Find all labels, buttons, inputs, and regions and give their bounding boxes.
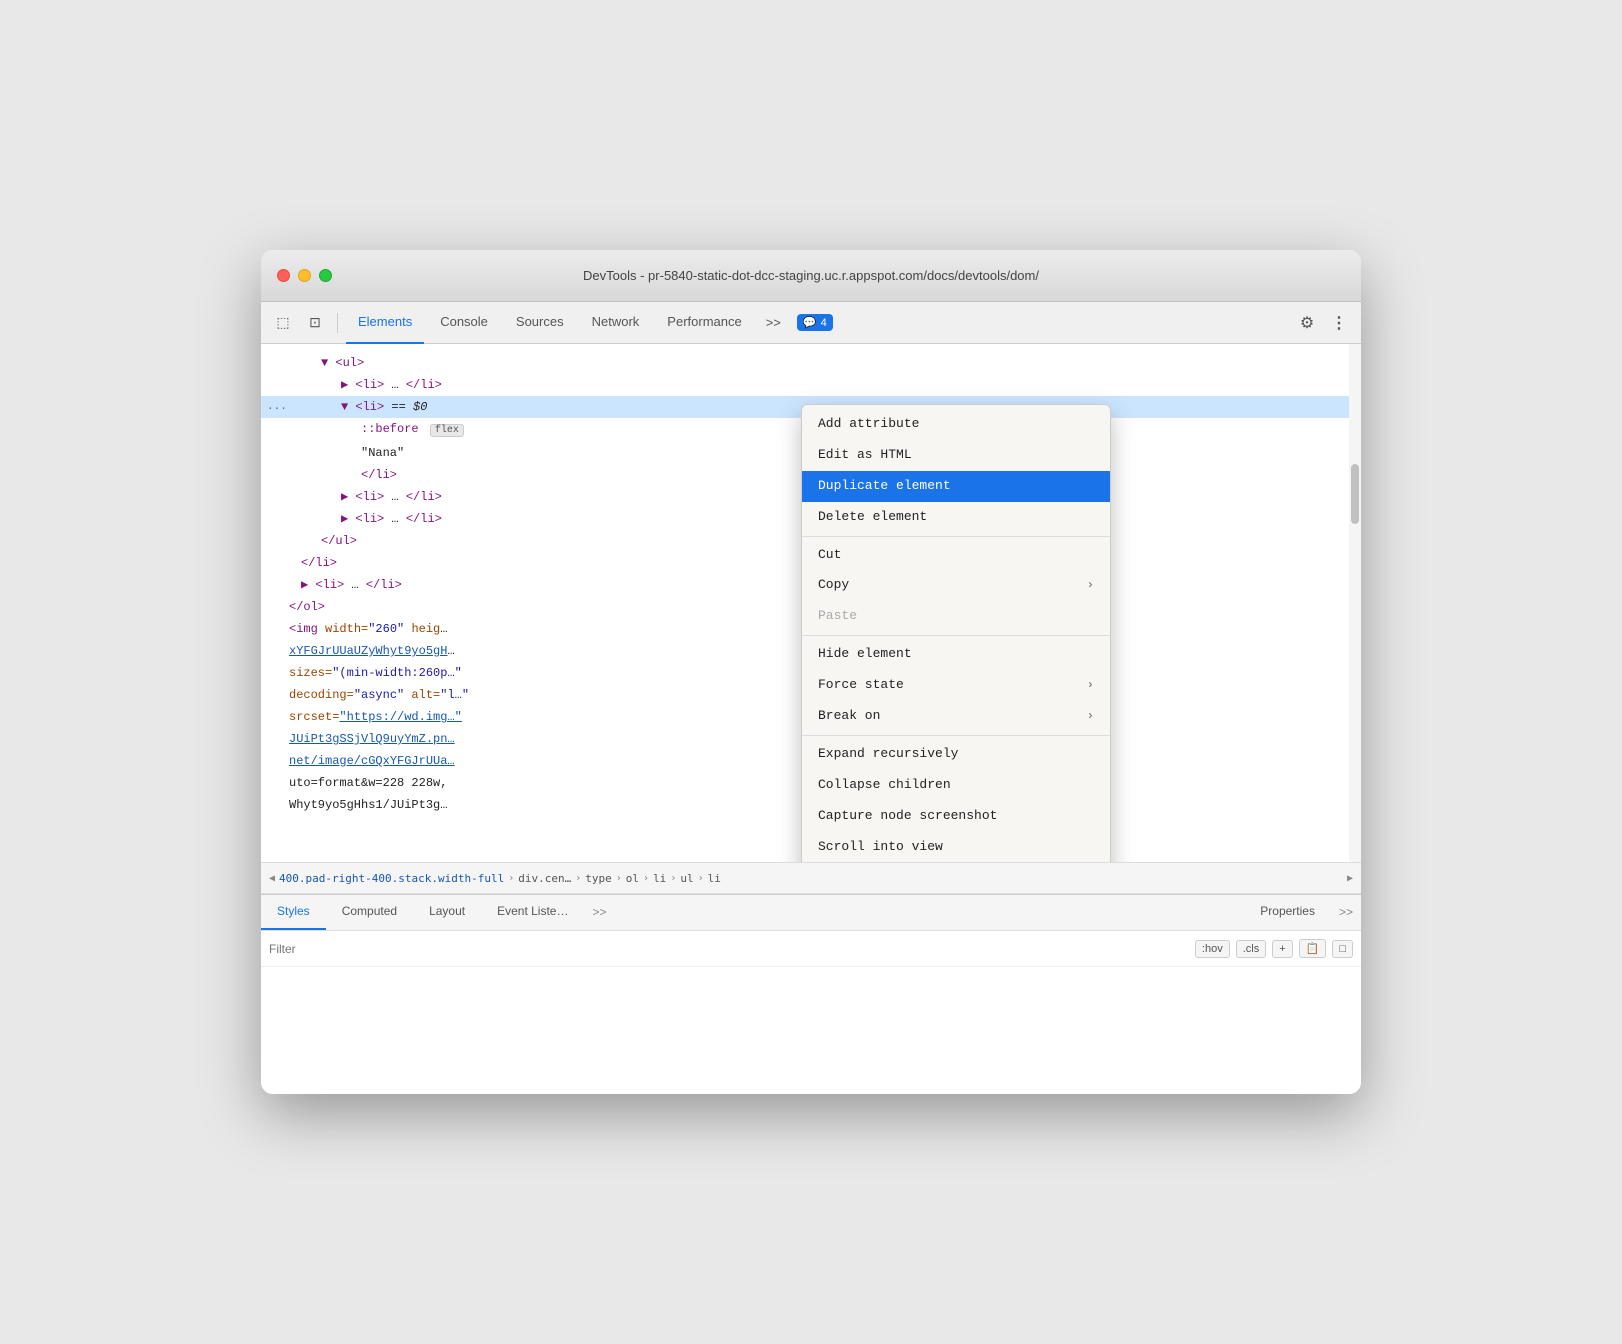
devtools-toolbar: ⬚ ⊡ Elements Console Sources Network Per… bbox=[261, 302, 1361, 344]
dom-line[interactable]: ▼ <ul> bbox=[261, 352, 1361, 374]
title-bar: DevTools - pr-5840-static-dot-dcc-stagin… bbox=[261, 250, 1361, 302]
tab-styles[interactable]: Styles bbox=[261, 894, 326, 930]
tab-properties[interactable]: Properties bbox=[1244, 894, 1331, 930]
context-menu-divider bbox=[802, 635, 1110, 636]
notification-badge[interactable]: 💬 4 bbox=[797, 314, 833, 331]
ctx-copy[interactable]: Copy › bbox=[802, 570, 1110, 601]
cursor-icon[interactable]: ⬚ bbox=[269, 309, 297, 337]
close-button[interactable] bbox=[277, 269, 290, 282]
scrollbar-thumb[interactable] bbox=[1351, 464, 1359, 524]
add-style-button[interactable]: + bbox=[1272, 940, 1292, 958]
ctx-capture-screenshot[interactable]: Capture node screenshot bbox=[802, 801, 1110, 832]
tab-layout[interactable]: Layout bbox=[413, 894, 481, 930]
ctx-paste: Paste bbox=[802, 601, 1110, 632]
breadcrumb-item[interactable]: li bbox=[708, 872, 721, 885]
ctx-delete-element[interactable]: Delete element bbox=[802, 502, 1110, 533]
filter-bar: :hov .cls + 📋 □ bbox=[261, 931, 1361, 967]
tab-sources[interactable]: Sources bbox=[504, 302, 576, 344]
ctx-break-on[interactable]: Break on › bbox=[802, 701, 1110, 732]
cls-filter-button[interactable]: .cls bbox=[1236, 940, 1267, 958]
scrollbar[interactable] bbox=[1349, 344, 1361, 862]
ctx-force-state[interactable]: Force state › bbox=[802, 670, 1110, 701]
hov-filter-button[interactable]: :hov bbox=[1195, 940, 1230, 958]
context-menu-divider bbox=[802, 536, 1110, 537]
window-title: DevTools - pr-5840-static-dot-dcc-stagin… bbox=[583, 268, 1039, 283]
breadcrumb-item[interactable]: ol bbox=[626, 872, 639, 885]
breadcrumb-left-arrow[interactable]: ◀ bbox=[269, 873, 275, 884]
minimize-button[interactable] bbox=[298, 269, 311, 282]
tab-event-listeners[interactable]: Event Liste… bbox=[481, 894, 584, 930]
breadcrumb-item[interactable]: li bbox=[653, 872, 666, 885]
more-bottom-tabs-button[interactable]: >> bbox=[584, 894, 614, 930]
tab-computed[interactable]: Computed bbox=[326, 894, 413, 930]
dom-line[interactable]: ▶ <li> … </li> bbox=[261, 374, 1361, 396]
ctx-hide-element[interactable]: Hide element bbox=[802, 639, 1110, 670]
toolbar-divider bbox=[337, 313, 338, 333]
toggle-panel-button[interactable]: □ bbox=[1332, 940, 1353, 958]
breadcrumb-item[interactable]: ul bbox=[680, 872, 693, 885]
breadcrumb-item[interactable]: div.cen… bbox=[518, 872, 571, 885]
breadcrumb-item[interactable]: type bbox=[585, 872, 612, 885]
ctx-cut[interactable]: Cut bbox=[802, 540, 1110, 571]
ctx-expand-recursively[interactable]: Expand recursively bbox=[802, 739, 1110, 770]
devtools-main: ▼ <ul> ▶ <li> … </li> ... ▼ <li> == $0 :… bbox=[261, 344, 1361, 1094]
filter-actions: :hov .cls + 📋 □ bbox=[1195, 939, 1353, 958]
more-tabs-button[interactable]: >> bbox=[758, 309, 789, 337]
copy-arrow-icon: › bbox=[1087, 578, 1094, 594]
context-menu: Add attribute Edit as HTML Duplicate ele… bbox=[801, 404, 1111, 862]
context-menu-divider bbox=[802, 735, 1110, 736]
dom-panel[interactable]: ▼ <ul> ▶ <li> … </li> ... ▼ <li> == $0 :… bbox=[261, 344, 1361, 862]
maximize-button[interactable] bbox=[319, 269, 332, 282]
tab-network[interactable]: Network bbox=[580, 302, 652, 344]
breadcrumb-item[interactable]: 400.pad-right-400.stack.width-full bbox=[279, 872, 504, 885]
tab-console[interactable]: Console bbox=[428, 302, 500, 344]
tab-performance[interactable]: Performance bbox=[655, 302, 753, 344]
more-menu-icon[interactable]: ⋮ bbox=[1325, 309, 1353, 337]
force-state-arrow-icon: › bbox=[1087, 678, 1094, 694]
ctx-add-attribute[interactable]: Add attribute bbox=[802, 409, 1110, 440]
ctx-collapse-children[interactable]: Collapse children bbox=[802, 770, 1110, 801]
traffic-lights bbox=[277, 269, 332, 282]
inspect-icon[interactable]: ⊡ bbox=[301, 309, 329, 337]
breadcrumb: ◀ 400.pad-right-400.stack.width-full › d… bbox=[261, 862, 1361, 894]
filter-input[interactable] bbox=[269, 942, 1187, 956]
bottom-tabs: Styles Computed Layout Event Liste… >> P… bbox=[261, 895, 1361, 931]
bottom-panel: Styles Computed Layout Event Liste… >> P… bbox=[261, 894, 1361, 1094]
break-on-arrow-icon: › bbox=[1087, 709, 1094, 725]
ctx-scroll-into-view[interactable]: Scroll into view bbox=[802, 832, 1110, 862]
ctx-edit-html[interactable]: Edit as HTML bbox=[802, 440, 1110, 471]
chat-icon: 💬 bbox=[803, 316, 817, 329]
settings-icon[interactable]: ⚙ bbox=[1293, 309, 1321, 337]
tab-elements[interactable]: Elements bbox=[346, 302, 424, 344]
breadcrumb-right-arrow[interactable]: ▶ bbox=[1347, 873, 1353, 884]
more-properties-button[interactable]: >> bbox=[1331, 894, 1361, 930]
ctx-duplicate-element[interactable]: Duplicate element bbox=[802, 471, 1110, 502]
devtools-window: DevTools - pr-5840-static-dot-dcc-stagin… bbox=[261, 250, 1361, 1094]
copy-styles-button[interactable]: 📋 bbox=[1299, 939, 1327, 958]
